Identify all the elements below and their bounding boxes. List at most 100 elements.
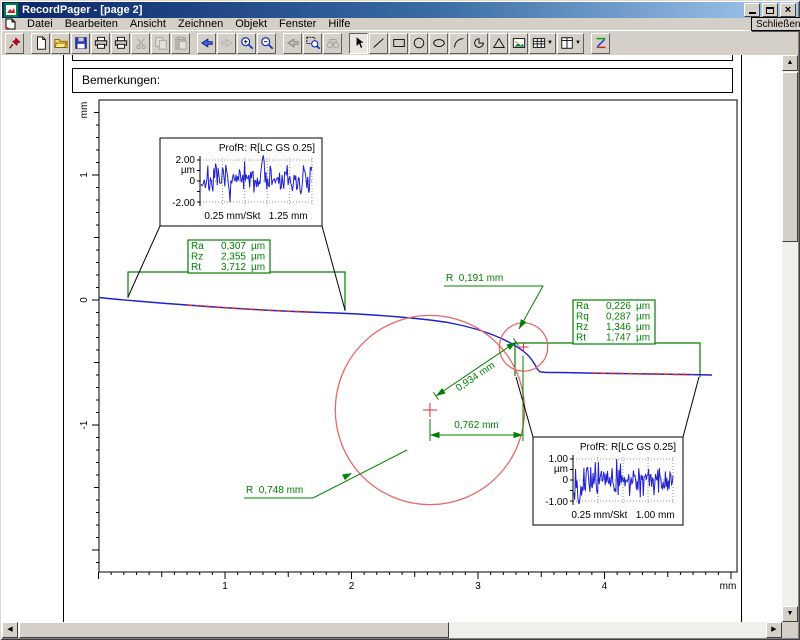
svg-text:µm: µm [636, 312, 650, 323]
vertical-scrollbar[interactable]: ▲ ▼ [782, 55, 798, 622]
pointer-arrow-icon [352, 36, 366, 50]
zoom-window-button[interactable] [303, 33, 322, 54]
ellipse-tool-button[interactable] [429, 33, 448, 54]
vertical-scroll-thumb[interactable] [782, 72, 798, 242]
remarks-box[interactable]: Bemerkungen: [72, 68, 733, 93]
svg-text:-1.00: -1.00 [545, 497, 568, 508]
dropdown-arrow-icon: ▼ [547, 40, 553, 46]
table-grid-icon [532, 36, 546, 50]
svg-text:-1: -1 [79, 420, 90, 429]
line-tool-button[interactable] [369, 33, 388, 54]
circle-tool-button[interactable] [409, 33, 428, 54]
profile-inset-bottom[interactable]: ProfR: R[LC GS 0.25]1.00µm0-1.000.25 mm/… [533, 437, 683, 525]
svg-text:µm: µm [251, 241, 265, 252]
svg-text:Rz: Rz [576, 322, 588, 333]
roughness-table-right[interactable]: Ra0,226µmRq0,287µmRz1,346µmRt1,747µm [573, 300, 655, 344]
svg-text:µm: µm [251, 262, 265, 273]
page-forward-button [217, 33, 236, 54]
scroll-right-button[interactable]: ▶ [766, 622, 782, 638]
line-icon [372, 36, 386, 50]
scroll-left-button[interactable]: ◀ [2, 622, 18, 638]
pin-button[interactable] [5, 33, 24, 54]
svg-text:µm: µm [181, 165, 195, 176]
svg-text:3: 3 [475, 581, 481, 592]
arrow-left-gray-icon [286, 36, 300, 50]
document-area: 1234mm-101mm0,934 mm0,762 mmR 0,191 mmR … [2, 55, 798, 638]
scissors-icon [134, 36, 148, 50]
window-title: RecordPager - [page 2] [22, 4, 742, 16]
svg-text:1: 1 [79, 172, 90, 178]
svg-text:2: 2 [349, 581, 355, 592]
copy-pages-icon [154, 36, 168, 50]
page-back-button[interactable] [197, 33, 216, 54]
svg-text:0,762 mm: 0,762 mm [454, 420, 498, 431]
restore-icon [766, 7, 774, 14]
scroll-down-button[interactable]: ▼ [782, 606, 798, 622]
new-button[interactable] [31, 33, 50, 54]
menu-item-ansicht[interactable]: Ansicht [124, 18, 172, 30]
print-page-button[interactable] [111, 33, 130, 54]
page-canvas[interactable]: 1234mm-101mm0,934 mm0,762 mmR 0,191 mmR … [2, 55, 782, 622]
rectangle-tool-button[interactable] [389, 33, 408, 54]
toolbar: ▼▼ [2, 30, 798, 55]
minimize-button[interactable] [744, 3, 760, 17]
svg-text:ProfR: R[LC GS 0.25]: ProfR: R[LC GS 0.25] [219, 143, 315, 154]
svg-text:µm: µm [636, 322, 650, 333]
svg-text:1,346: 1,346 [606, 322, 631, 333]
restore-button[interactable] [762, 3, 778, 17]
image-tool-button[interactable] [509, 33, 528, 54]
layout-tool-button[interactable]: ▼ [557, 33, 584, 54]
triangle-tool-button[interactable] [489, 33, 508, 54]
pushpin-icon [8, 36, 22, 50]
circle-icon [412, 36, 426, 50]
clipboard-icon [174, 36, 188, 50]
horizontal-scroll-thumb[interactable] [19, 622, 449, 638]
close-button[interactable]: × [780, 3, 796, 17]
select-tool-button[interactable] [349, 33, 368, 54]
roughness-table-left[interactable]: Ra0,307µmRz2,355µmRt3,712µm [188, 240, 270, 273]
save-button[interactable] [71, 33, 90, 54]
cut-button [131, 33, 150, 54]
menu-item-hilfe[interactable]: Hilfe [322, 18, 356, 30]
svg-text:Ra: Ra [576, 301, 589, 312]
find-button [323, 33, 342, 54]
svg-text:Rz: Rz [191, 252, 203, 263]
svg-text:R 0,191 mm: R 0,191 mm [446, 273, 503, 284]
svg-text:0,307: 0,307 [221, 241, 246, 252]
svg-text:Rq: Rq [576, 312, 589, 323]
magnifier-minus-icon [260, 36, 274, 50]
svg-text:4: 4 [602, 581, 608, 592]
open-button[interactable] [51, 33, 70, 54]
menu-item-objekt[interactable]: Objekt [229, 18, 273, 30]
svg-text:-2.00: -2.00 [172, 198, 195, 209]
table-tool-button[interactable]: ▼ [529, 33, 556, 54]
svg-text:Rt: Rt [191, 262, 201, 273]
dropdown-arrow-icon: ▼ [575, 40, 581, 46]
binoculars-icon [326, 36, 340, 50]
triangle-icon [492, 36, 506, 50]
svg-text:0: 0 [562, 475, 568, 486]
document-icon[interactable] [4, 18, 17, 30]
menu-item-datei[interactable]: Datei [21, 18, 59, 30]
svg-text:1: 1 [222, 581, 228, 592]
save-disk-icon [74, 36, 88, 50]
arc-tool-button[interactable] [449, 33, 468, 54]
menu-item-zeichnen[interactable]: Zeichnen [172, 18, 229, 30]
menu-item-bearbeiten[interactable]: Bearbeiten [59, 18, 124, 30]
zoom-out-button[interactable] [257, 33, 276, 54]
magnifier-region-icon [306, 36, 320, 50]
pie-tool-button[interactable] [469, 33, 488, 54]
profile-tool-button[interactable] [591, 33, 610, 54]
svg-text:0: 0 [79, 297, 90, 303]
horizontal-scrollbar[interactable]: ◀ ▶ [2, 622, 782, 638]
menu-item-fenster[interactable]: Fenster [273, 18, 322, 30]
zoom-in-button[interactable] [237, 33, 256, 54]
nav-back-button[interactable] [283, 33, 302, 54]
svg-text:0,287: 0,287 [606, 312, 631, 323]
svg-text:µm: µm [554, 464, 568, 475]
scroll-up-button[interactable]: ▲ [782, 55, 798, 71]
print-button[interactable] [91, 33, 110, 54]
profile-inset-top[interactable]: ProfR: R[LC GS 0.25]2.00µm0-2.000.25 mm/… [160, 138, 322, 226]
application-window: RecordPager - [page 2] × DateiBearbeiten… [0, 0, 800, 640]
svg-text:0: 0 [189, 176, 195, 187]
